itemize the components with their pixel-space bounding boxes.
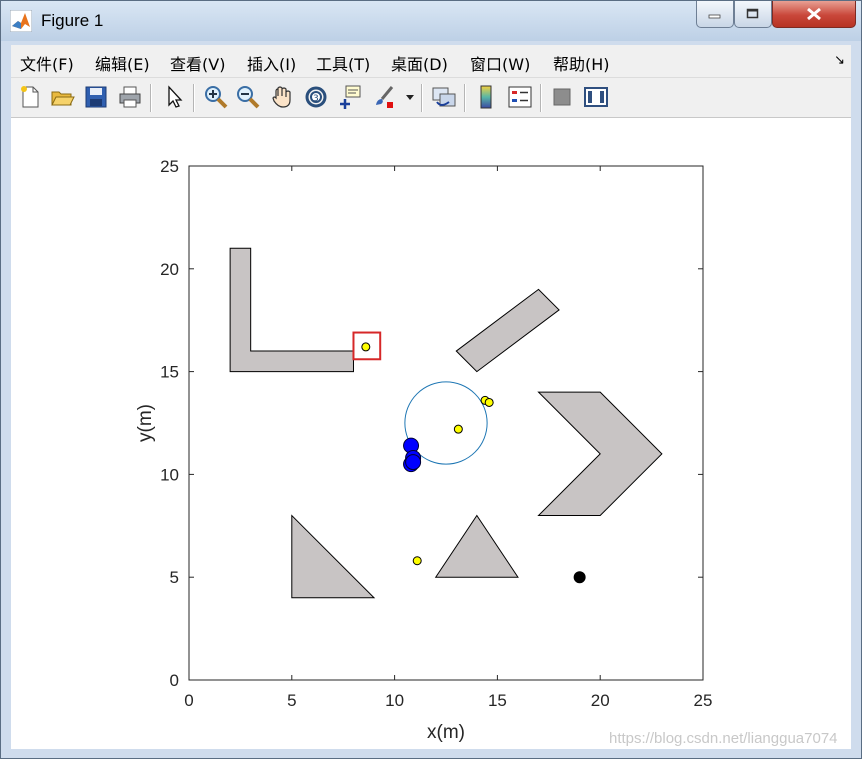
watermark-text: https://blog.csdn.net/lianggua7074 bbox=[609, 730, 838, 747]
legend-icon[interactable] bbox=[507, 84, 533, 110]
brush-icon[interactable] bbox=[371, 84, 397, 110]
figure-window: Figure 1 文件(F) 编辑(E) 查看(V) 插入(I) 工具(T) 桌… bbox=[0, 0, 862, 759]
y-tick-label: 15 bbox=[160, 363, 179, 382]
dropdown-arrow-icon[interactable] bbox=[405, 94, 415, 102]
zoom-in-icon[interactable] bbox=[203, 84, 229, 110]
y-tick-label: 5 bbox=[170, 568, 179, 587]
close-button[interactable] bbox=[772, 1, 856, 28]
rotate-3d-icon[interactable]: 3 bbox=[303, 84, 329, 110]
yellow-point bbox=[453, 424, 463, 434]
menu-view[interactable]: 查看(V) bbox=[170, 51, 225, 75]
menu-desktop[interactable]: 桌面(D) bbox=[391, 51, 448, 75]
y-tick-label: 0 bbox=[170, 671, 179, 690]
menu-window[interactable]: 窗口(W) bbox=[470, 51, 530, 75]
hide-plot-tools-icon[interactable] bbox=[549, 84, 575, 110]
colorbar-icon[interactable] bbox=[473, 84, 499, 110]
data-cursor-icon[interactable] bbox=[337, 84, 363, 110]
toolbar-separator bbox=[540, 84, 542, 112]
window-title: Figure 1 bbox=[41, 11, 104, 30]
figure-toolbar: 3 bbox=[11, 78, 851, 118]
menu-insert[interactable]: 插入(I) bbox=[247, 51, 296, 75]
x-tick-label: 5 bbox=[287, 691, 296, 710]
pointer-icon[interactable] bbox=[161, 84, 187, 110]
y-tick-label: 10 bbox=[160, 465, 179, 484]
print-icon[interactable] bbox=[117, 84, 143, 110]
figure-canvas[interactable]: 0 5 10 15 20 25 0 5 10 15 20 25 x(m) y(m) https://blo… bbox=[11, 118, 851, 749]
y-axis-label: y(m) bbox=[135, 404, 156, 442]
x-axis-label: x(m) bbox=[427, 722, 465, 743]
menu-bar: 文件(F) 编辑(E) 查看(V) 插入(I) 工具(T) 桌面(D) 窗口(W… bbox=[11, 45, 851, 78]
y-tick-label: 25 bbox=[160, 157, 179, 176]
toolbar-separator bbox=[421, 84, 423, 112]
menu-file[interactable]: 文件(F) bbox=[20, 51, 74, 75]
menu-tools[interactable]: 工具(T) bbox=[316, 51, 370, 75]
new-figure-icon[interactable] bbox=[17, 84, 43, 110]
black-point bbox=[573, 571, 586, 584]
minimize-button[interactable] bbox=[696, 1, 734, 28]
pan-hand-icon[interactable] bbox=[269, 84, 295, 110]
open-file-icon[interactable] bbox=[49, 84, 75, 110]
yellow-point bbox=[412, 556, 422, 566]
toolbar-separator bbox=[464, 84, 466, 112]
x-tick-label: 15 bbox=[488, 691, 507, 710]
yellow-point bbox=[361, 342, 371, 352]
x-tick-label: 20 bbox=[591, 691, 610, 710]
menu-edit[interactable]: 编辑(E) bbox=[95, 51, 150, 75]
maximize-button[interactable] bbox=[734, 1, 772, 28]
menu-help[interactable]: 帮助(H) bbox=[553, 51, 610, 75]
dock-figure-icon[interactable]: ↘ bbox=[834, 53, 845, 68]
plot-area[interactable]: 0 5 10 15 20 25 0 5 10 15 20 25 x(m) y(m) bbox=[11, 118, 851, 749]
maximize-icon bbox=[746, 8, 759, 19]
toolbar-separator bbox=[193, 84, 195, 112]
blue-point bbox=[405, 454, 422, 471]
zoom-out-icon[interactable] bbox=[235, 84, 261, 110]
svg-text:3: 3 bbox=[313, 94, 319, 104]
matlab-logo-icon bbox=[10, 10, 32, 32]
link-plot-icon[interactable] bbox=[431, 84, 457, 110]
minimize-icon bbox=[708, 14, 721, 19]
x-tick-label: 25 bbox=[694, 691, 713, 710]
yellow-point bbox=[484, 397, 494, 407]
save-icon[interactable] bbox=[83, 84, 109, 110]
toolbar-separator bbox=[150, 84, 152, 112]
show-plot-tools-icon[interactable] bbox=[583, 84, 609, 110]
title-bar[interactable]: Figure 1 bbox=[1, 1, 861, 41]
x-tick-label: 10 bbox=[385, 691, 404, 710]
x-tick-label: 0 bbox=[184, 691, 193, 710]
close-icon bbox=[807, 7, 821, 21]
y-tick-label: 20 bbox=[160, 260, 179, 279]
